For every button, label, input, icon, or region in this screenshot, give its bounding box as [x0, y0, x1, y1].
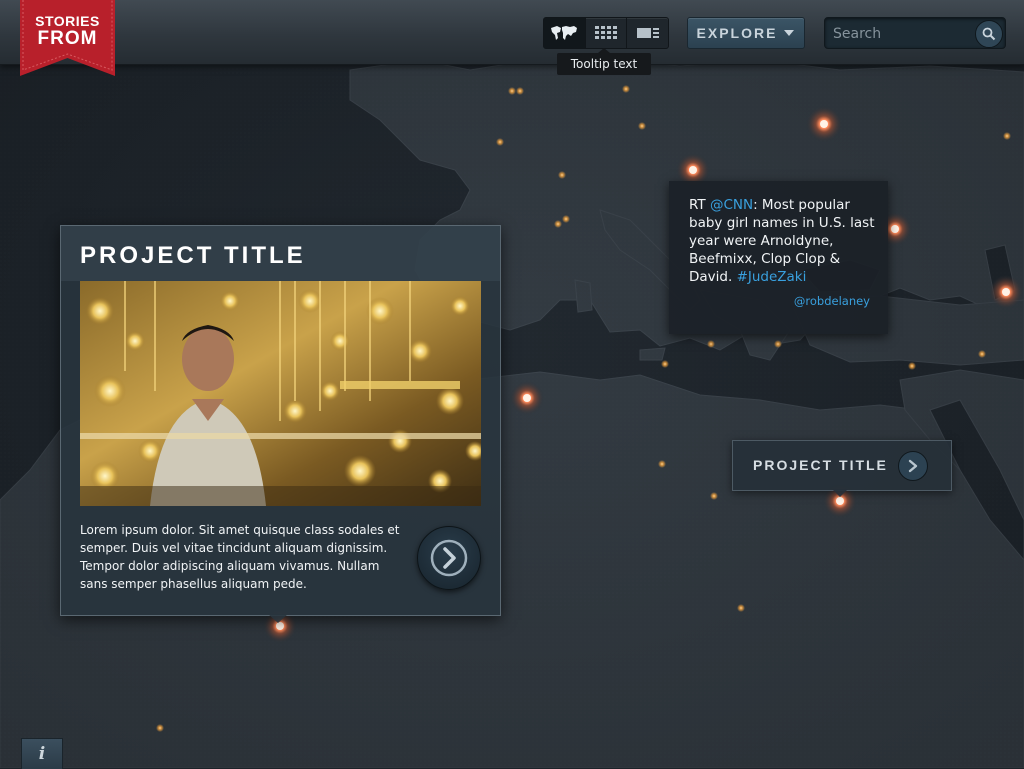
- logo-line-2: FROM: [37, 28, 98, 49]
- project-photo[interactable]: [80, 281, 481, 506]
- callout-pointer: [832, 489, 848, 497]
- view-switcher: [543, 17, 669, 49]
- chevron-right-icon: [908, 459, 918, 473]
- project-card: PROJECT TITLE Lorem ipsum dolor. Sit ame…: [60, 225, 501, 616]
- grid-view-button[interactable]: [586, 18, 628, 48]
- search-button[interactable]: [975, 20, 1003, 48]
- search-icon: [982, 27, 996, 41]
- tweet-handle[interactable]: @robdelaney: [794, 294, 870, 308]
- callout-title: PROJECT TITLE: [753, 457, 888, 473]
- tweet-popup[interactable]: RT @CNN: Most popular baby girl names in…: [669, 181, 888, 334]
- explore-dropdown[interactable]: EXPLORE: [687, 17, 805, 49]
- map-view-button[interactable]: [544, 18, 586, 48]
- card-pointer: [268, 614, 288, 623]
- tooltip: Tooltip text: [557, 48, 651, 75]
- tweet-mention[interactable]: @CNN: [710, 197, 753, 213]
- list-view-button[interactable]: [627, 18, 668, 48]
- search-box: [824, 17, 1006, 49]
- explore-label: EXPLORE: [696, 25, 778, 41]
- project-callout[interactable]: PROJECT TITLE: [732, 440, 952, 491]
- tweet-text: RT @CNN: Most popular baby girl names in…: [689, 196, 879, 286]
- search-input[interactable]: [831, 22, 975, 46]
- grid-icon: [595, 26, 617, 39]
- project-title: PROJECT TITLE: [80, 242, 306, 269]
- tweet-prefix: RT: [689, 197, 710, 213]
- caret-down-icon: [784, 30, 795, 36]
- stories-from-logo[interactable]: STORIES FROM: [20, 0, 115, 76]
- world-map-icon: [551, 26, 578, 40]
- info-icon: i: [38, 744, 46, 764]
- top-bar: STORIES FROM EXPLORE Search: [0, 0, 1024, 76]
- tweet-hashtag[interactable]: #JudeZaki: [737, 269, 807, 285]
- callout-open-button[interactable]: [898, 451, 928, 481]
- open-project-button[interactable]: [417, 526, 481, 590]
- info-button[interactable]: i: [21, 738, 63, 769]
- project-image: [80, 281, 481, 506]
- list-icon: [636, 28, 659, 38]
- chevron-right-circle-icon: [430, 539, 468, 577]
- project-description: Lorem ipsum dolor. Sit amet quisque clas…: [80, 523, 400, 591]
